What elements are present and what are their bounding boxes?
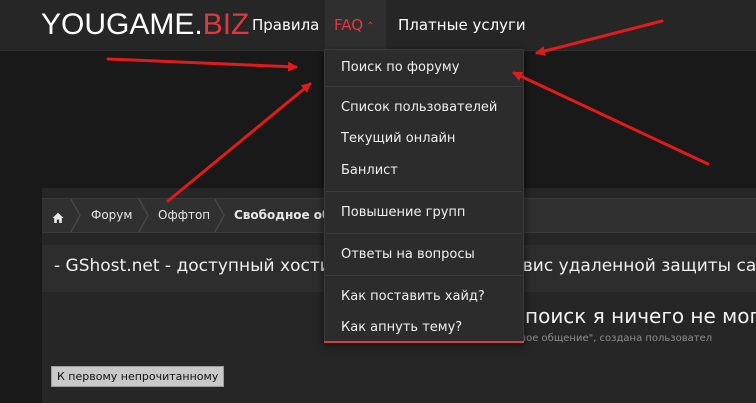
menu-divider bbox=[326, 275, 522, 276]
menu-item-how-hide[interactable]: Как поставить хайд? bbox=[341, 289, 485, 304]
logo-accent-text: BIZ bbox=[202, 8, 250, 41]
nav-faq-label: FAQ bbox=[334, 16, 364, 34]
menu-divider bbox=[326, 86, 522, 87]
menu-item-user-list[interactable]: Список пользователей bbox=[341, 100, 497, 115]
breadcrumb-offtop[interactable]: Оффтоп bbox=[158, 199, 210, 232]
nav-rules[interactable]: Правила bbox=[252, 0, 319, 51]
thread-title: поиск я ничего не могу bbox=[525, 304, 756, 328]
menu-item-online-now[interactable]: Текущий онлайн bbox=[341, 131, 455, 146]
menu-divider bbox=[326, 191, 522, 192]
crumb-separator bbox=[138, 199, 149, 232]
banner-text-right[interactable]: рвис удаленной защиты сай bbox=[512, 256, 756, 276]
chevron-up-icon: ⌃ bbox=[366, 21, 375, 32]
breadcrumb-forum[interactable]: Форум bbox=[91, 199, 132, 232]
breadcrumb-current[interactable]: Свободное об bbox=[234, 199, 330, 232]
menu-item-forum-search[interactable]: Поиск по форуму bbox=[341, 60, 459, 75]
logo-text: YOUGAME. bbox=[41, 8, 203, 41]
crumb-separator bbox=[214, 199, 225, 232]
menu-item-banlist[interactable]: Банлист bbox=[341, 163, 398, 178]
menu-item-how-bump[interactable]: Как апнуть тему? bbox=[341, 320, 462, 335]
site-logo[interactable]: YOUGAME.BIZ bbox=[41, 8, 249, 42]
nav-faq[interactable]: FAQ ⌃ bbox=[325, 0, 386, 51]
menu-accent-bar bbox=[324, 341, 524, 343]
first-unread-button[interactable]: К первому непрочитанному bbox=[51, 366, 225, 387]
top-navigation: YOUGAME.BIZ Правила FAQ ⌃ Платные услуги bbox=[0, 0, 756, 51]
banner-text-left[interactable]: - GShost.net - доступный хостинг bbox=[54, 256, 351, 276]
menu-item-answers[interactable]: Ответы на вопросы bbox=[341, 247, 475, 262]
nav-paid-services[interactable]: Платные услуги bbox=[398, 0, 526, 51]
menu-item-group-upgrade[interactable]: Повышение групп bbox=[341, 205, 465, 220]
faq-dropdown-menu: Поиск по форуму Список пользователей Тек… bbox=[324, 49, 524, 343]
crumb-separator bbox=[70, 199, 81, 232]
home-icon[interactable] bbox=[52, 209, 64, 223]
menu-divider bbox=[326, 233, 522, 234]
